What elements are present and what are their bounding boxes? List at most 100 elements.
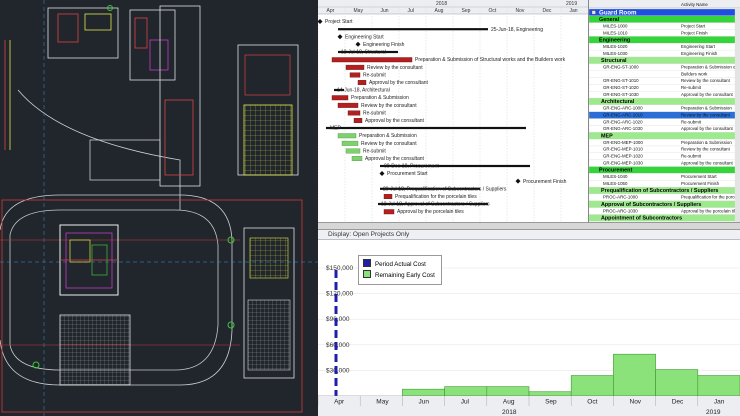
gantt-task-label: Approval by the consultant xyxy=(369,80,429,86)
gantt-task-label: Preparation & Submission xyxy=(351,95,409,101)
activity-id: MILES-1030 xyxy=(603,51,628,56)
activity-group-name: Engineering xyxy=(599,37,630,43)
gantt-task-label: Prequalification for the porcelain tiles xyxy=(395,194,477,200)
gantt-month-jan: Jan xyxy=(570,8,578,14)
gantt-task-label: Re-submit xyxy=(363,110,386,116)
cad-detail-top xyxy=(4,5,201,187)
activity-table[interactable]: Activity Name Guard Room General MILES-100… xyxy=(588,0,740,222)
activity-id: GR-ENG-MEP-1010 xyxy=(603,147,643,152)
activity-id: MILES-1040 xyxy=(603,174,628,179)
gantt-task-label: Engineering Finish xyxy=(363,42,405,48)
collapse-icon xyxy=(591,10,596,15)
activity-project-name: Guard Room xyxy=(599,9,637,16)
activity-name: Approval by the consultant xyxy=(681,160,734,165)
column-header-activity-name: Activity Name xyxy=(681,2,708,7)
gantt-chart[interactable]: 2018 2019 Apr May Jun Jul Aug Sep Oct Nov Dec Jan… xyxy=(318,0,588,222)
activity-id: GR-ENG-ST-1020 xyxy=(603,85,639,90)
gantt-year-2018: 2018 xyxy=(436,1,447,7)
x-tick-aug: Aug xyxy=(503,399,515,406)
histogram-bar-jun xyxy=(402,388,445,397)
gantt-month-dec: Dec xyxy=(543,8,552,14)
activity-group-name: General xyxy=(599,17,620,23)
gantt-task-label: Review by the consultant xyxy=(361,141,417,147)
gantt-milestone xyxy=(379,171,385,176)
activity-name: Preparation & Submission xyxy=(681,140,732,145)
activity-header-bg xyxy=(589,0,740,8)
activity-id: GR-ENG-ST-1000 xyxy=(603,65,639,70)
gantt-task-bar xyxy=(383,194,393,200)
activity-name: Approval by the consultant xyxy=(681,126,734,131)
gantt-task-label: Approval by the consultant xyxy=(365,118,425,124)
x-tick-jun: Jun xyxy=(419,399,430,406)
histogram-bar-aug xyxy=(486,386,530,397)
activity-id: MILES-1020 xyxy=(603,44,628,49)
gantt-task-label: 08-Dec-18, Procurement xyxy=(384,164,439,170)
gantt-task-bar xyxy=(331,57,413,63)
y-tick-label: $90,000 xyxy=(326,316,350,323)
x-tick-jan: Jan xyxy=(714,399,725,406)
activity-group-name: Architectural xyxy=(601,99,635,105)
gantt-task-bar xyxy=(331,95,349,101)
histogram-x-axis: Apr May Jun Jul Aug Sep Oct Nov Dec Jan xyxy=(318,395,740,406)
gantt-month-jul: Jul xyxy=(408,8,414,14)
gantt-task-bar xyxy=(337,133,357,139)
gantt-month-may: May xyxy=(354,8,364,14)
cad-drawing-viewport[interactable] xyxy=(0,0,318,416)
gantt-month-aug: Aug xyxy=(435,8,444,14)
activity-rows: Guard RoomGeneralMILES-1000 Project Start… xyxy=(589,8,740,222)
x-tick-oct: Oct xyxy=(587,399,597,406)
pane-splitter[interactable] xyxy=(318,222,740,230)
gantt-task-label: Procurement Finish xyxy=(523,179,567,185)
gantt-task-label: 14-Jun-18, Architectural xyxy=(337,88,390,94)
gantt-task-label: Project Start xyxy=(325,19,353,25)
gantt-summary-bar xyxy=(326,126,526,130)
gantt-summary-bar xyxy=(338,28,488,31)
histogram-year-bar xyxy=(318,406,740,416)
gantt-month-oct: Oct xyxy=(489,8,497,14)
histogram-bar-nov xyxy=(613,353,656,397)
gantt-task-label: Review by the consultant xyxy=(361,103,417,109)
gantt-task-bar xyxy=(341,140,359,146)
gantt-task-bar xyxy=(357,80,367,86)
activity-name: Re-submit xyxy=(681,85,702,90)
activity-name: Review by the consultant xyxy=(681,112,731,117)
activity-name: Procurement Finish xyxy=(681,181,720,186)
activity-group-name: MEP xyxy=(601,133,613,139)
y-tick-label: $120,000 xyxy=(326,291,353,298)
activity-id: PROC-ARC-1030 xyxy=(603,208,638,213)
histogram-year-2019: 2019 xyxy=(706,409,721,416)
legend-item-remaining: Remaining Early Cost xyxy=(363,270,435,281)
activity-name: Review by the consultant xyxy=(681,147,731,152)
legend-item-actual: Period Actual Cost xyxy=(363,259,435,270)
activity-id: MILES-1000 xyxy=(603,23,628,28)
activity-name: Approval by the porcelain tiles xyxy=(681,208,740,213)
y-tick-label: $150,000 xyxy=(326,265,353,272)
histogram-bar-sep xyxy=(528,391,572,397)
cad-drawing xyxy=(0,0,318,416)
activity-name: Preparation & Submission of St xyxy=(681,65,740,70)
activity-id: GR-ENG-MEP-1000 xyxy=(603,140,643,145)
activity-name: Engineering Finish xyxy=(681,51,718,56)
activity-name: Engineering Start xyxy=(681,44,716,49)
activity-name: Approval by the consultant xyxy=(681,92,734,97)
histogram-bar-jul xyxy=(444,386,488,397)
x-tick-nov: Nov xyxy=(630,399,642,406)
activity-name: Prequalification for the porcel xyxy=(681,195,738,200)
activity-id: GR-ENG-ARC-1010 xyxy=(603,112,643,117)
activity-list: Activity Name Guard RoomGeneralMILES-100… xyxy=(589,0,740,222)
gantt-month-jun: Jun xyxy=(381,8,389,14)
x-tick-may: May xyxy=(376,399,389,406)
gantt-timeline: 2018 2019 Apr May Jun Jul Aug Sep Oct Nov Dec Jan… xyxy=(318,0,588,222)
cost-histogram-panel[interactable]: Display: Open Projects Only $30,000 $60,0… xyxy=(318,230,740,416)
gantt-task-label: MEP xyxy=(330,126,342,132)
gantt-task-label: Approval by the porcelain tiles xyxy=(397,209,464,215)
activity-name: Project Start xyxy=(681,23,706,28)
activity-id: GR-ENG-MEP-1030 xyxy=(603,160,643,165)
activity-id: GR-ENG-ARC-1000 xyxy=(603,106,643,111)
activity-group-name: Prequalification of Subcontractors / Sup… xyxy=(601,188,718,194)
gantt-month-nov: Nov xyxy=(516,8,525,14)
activity-id: PROC-ARC-1000 xyxy=(603,195,638,200)
activity-row xyxy=(589,70,736,78)
activity-name: Re-submit xyxy=(681,119,702,124)
x-tick-sep: Sep xyxy=(545,399,557,406)
